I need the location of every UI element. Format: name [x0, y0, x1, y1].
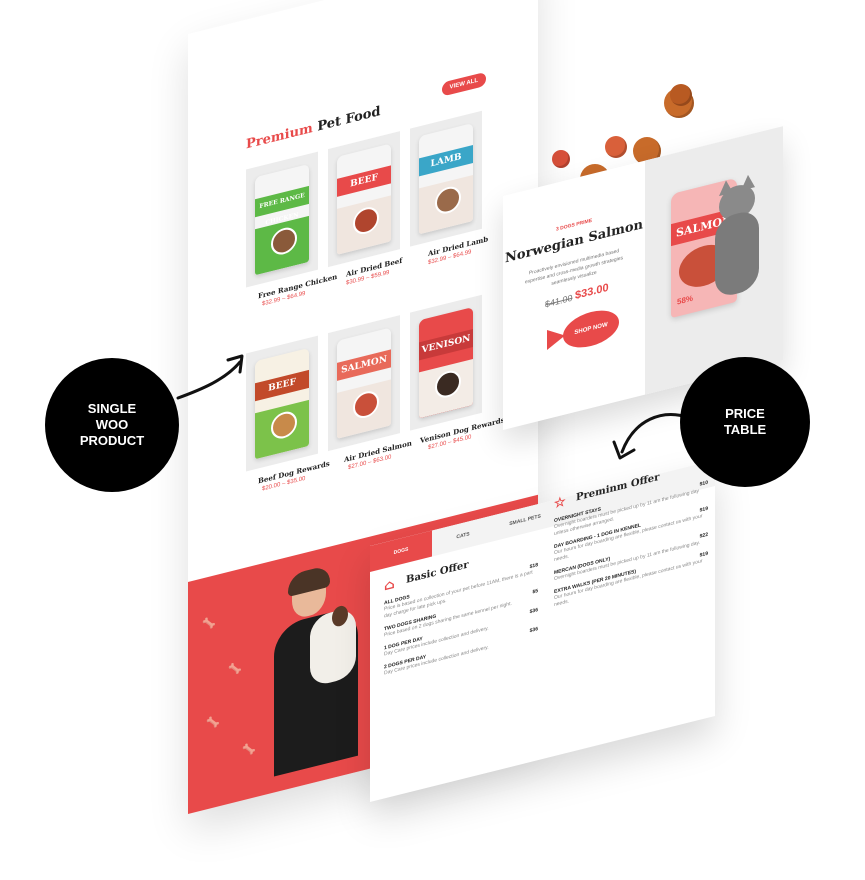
- product-band: FREE RANGE CHICKEN: [255, 185, 309, 227]
- bone-icon: 🦴: [206, 715, 220, 731]
- product-image: SALMON 58%: [645, 126, 783, 395]
- woman-with-dog-photo: [270, 561, 362, 777]
- product-image: BEEF: [337, 143, 391, 255]
- product-image: SALMON: [337, 327, 391, 439]
- product-card[interactable]: FREE RANGE CHICKEN: [246, 151, 318, 288]
- product-band: SALMON: [337, 349, 391, 381]
- shop-now-label: SHOP NOW: [563, 305, 619, 354]
- product-card[interactable]: BEEF: [328, 131, 400, 268]
- home-icon: ⌂: [384, 576, 395, 595]
- old-price: $41.00: [545, 292, 573, 310]
- bone-icon: 🦴: [228, 661, 242, 678]
- basic-offer-column: ⌂ Basic Offer ALL DOGS $18 Price is base…: [384, 542, 538, 683]
- title-rest: Pet Food: [312, 104, 381, 136]
- product-image: FREE RANGE CHICKEN: [255, 163, 309, 276]
- sale-price: $33.00: [575, 281, 609, 303]
- kibble-decoration: [552, 150, 570, 168]
- premium-offer-column: ☆ Preminm Offer OVERNIGHT STAYS $10 Over…: [554, 460, 708, 615]
- price-table-badge: PRICE TABLE: [680, 357, 810, 487]
- product-card[interactable]: LAMB: [410, 110, 482, 247]
- kibble-decoration: [670, 84, 692, 106]
- product-band: BEEF: [337, 165, 391, 197]
- title-accent: Premium: [246, 120, 313, 153]
- shop-now-button[interactable]: SHOP NOW: [547, 305, 621, 357]
- kibble-decoration: [605, 136, 627, 158]
- product-card[interactable]: BEEF: [246, 335, 318, 472]
- product-band: VENISON: [419, 328, 473, 361]
- product-image: LAMB: [419, 122, 473, 235]
- product-card[interactable]: VENISON: [410, 294, 482, 431]
- cat-photo: [711, 173, 763, 302]
- product-band: BEEF: [255, 369, 309, 402]
- product-card[interactable]: SALMON: [328, 315, 400, 452]
- bone-icon: 🦴: [202, 616, 216, 632]
- product-image: BEEF: [255, 347, 309, 460]
- showcase: VIEW ALL Premium Pet Food FREE RANGE CHI…: [0, 0, 865, 880]
- product-band: LAMB: [419, 144, 473, 177]
- view-all-button[interactable]: VIEW ALL: [441, 71, 486, 97]
- product-image: VENISON: [419, 306, 473, 419]
- bag-percent: 58%: [677, 293, 694, 307]
- single-woo-product-badge: SINGLE WOO PRODUCT: [45, 358, 179, 492]
- bone-icon: 🦴: [242, 742, 256, 758]
- star-icon: ☆: [554, 494, 566, 513]
